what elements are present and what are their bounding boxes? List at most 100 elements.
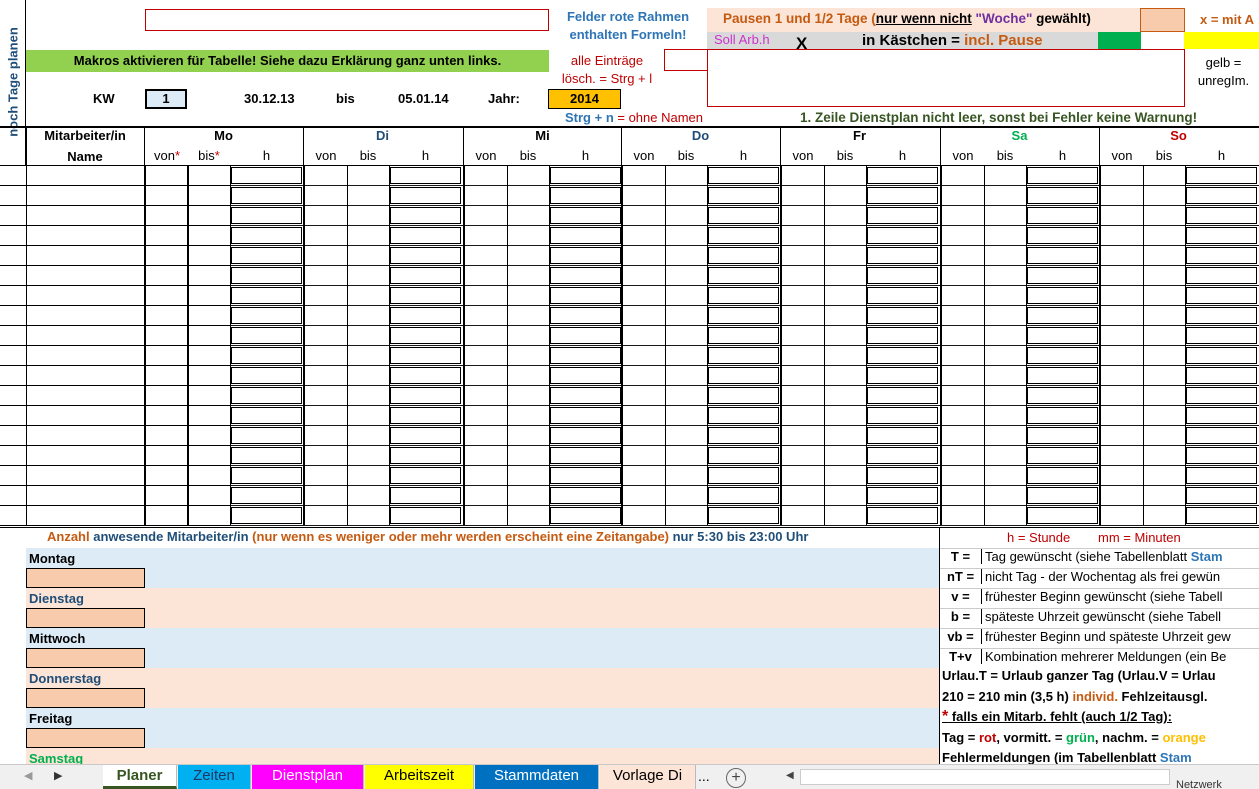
hours-cell[interactable] [1027, 247, 1098, 264]
hours-cell[interactable] [1186, 387, 1257, 404]
hours-cell[interactable] [550, 367, 621, 384]
hours-cell[interactable] [708, 227, 779, 244]
hours-cell[interactable] [1027, 407, 1098, 424]
hours-cell[interactable] [231, 407, 302, 424]
hours-cell[interactable] [1027, 187, 1098, 204]
hours-cell[interactable] [708, 327, 779, 344]
hours-cell[interactable] [550, 467, 621, 484]
hours-cell[interactable] [550, 307, 621, 324]
kw-input[interactable]: 1 [145, 89, 187, 109]
hours-cell[interactable] [867, 407, 938, 424]
hours-cell[interactable] [550, 287, 621, 304]
hours-cell[interactable] [1027, 447, 1098, 464]
sheet-tab[interactable]: Arbeitszeit [365, 765, 474, 789]
hours-cell[interactable] [708, 367, 779, 384]
weekday-count-cell[interactable] [26, 728, 145, 748]
hours-cell[interactable] [231, 167, 302, 184]
hours-cell[interactable] [1186, 347, 1257, 364]
hours-cell[interactable] [867, 227, 938, 244]
hours-cell[interactable] [1186, 167, 1257, 184]
hours-cell[interactable] [867, 167, 938, 184]
hours-cell[interactable] [390, 267, 461, 284]
hours-cell[interactable] [390, 347, 461, 364]
hours-cell[interactable] [867, 267, 938, 284]
horizontal-scrollbar[interactable] [800, 769, 1170, 785]
hours-cell[interactable] [1027, 307, 1098, 324]
hours-cell[interactable] [1186, 187, 1257, 204]
hours-cell[interactable] [708, 307, 779, 324]
hours-cell[interactable] [550, 167, 621, 184]
hours-cell[interactable] [1027, 167, 1098, 184]
hours-cell[interactable] [390, 167, 461, 184]
hours-cell[interactable] [390, 467, 461, 484]
hours-cell[interactable] [867, 387, 938, 404]
hours-cell[interactable] [708, 287, 779, 304]
hours-cell[interactable] [1186, 247, 1257, 264]
hours-cell[interactable] [231, 307, 302, 324]
hours-cell[interactable] [390, 187, 461, 204]
sheet-tab[interactable]: Dienstplan [252, 765, 364, 789]
hours-cell[interactable] [231, 447, 302, 464]
hours-cell[interactable] [867, 447, 938, 464]
hours-cell[interactable] [1186, 287, 1257, 304]
hours-cell[interactable] [1186, 447, 1257, 464]
hours-cell[interactable] [550, 267, 621, 284]
hours-cell[interactable] [550, 227, 621, 244]
hours-cell[interactable] [1027, 487, 1098, 504]
hours-cell[interactable] [1027, 367, 1098, 384]
hours-cell[interactable] [708, 407, 779, 424]
hours-cell[interactable] [1027, 207, 1098, 224]
hours-cell[interactable] [1186, 427, 1257, 444]
hours-cell[interactable] [867, 247, 938, 264]
hours-cell[interactable] [231, 187, 302, 204]
hours-cell[interactable] [390, 307, 461, 324]
hours-cell[interactable] [231, 367, 302, 384]
tab-more[interactable]: ... [698, 768, 710, 784]
hours-cell[interactable] [867, 467, 938, 484]
hours-cell[interactable] [1027, 387, 1098, 404]
hours-cell[interactable] [550, 347, 621, 364]
hours-cell[interactable] [1186, 307, 1257, 324]
hours-cell[interactable] [1186, 207, 1257, 224]
hours-cell[interactable] [1186, 407, 1257, 424]
hours-cell[interactable] [867, 507, 938, 524]
hours-cell[interactable] [231, 427, 302, 444]
hours-cell[interactable] [1186, 327, 1257, 344]
hours-cell[interactable] [1027, 347, 1098, 364]
hours-cell[interactable] [1027, 427, 1098, 444]
hours-cell[interactable] [1027, 507, 1098, 524]
hours-cell[interactable] [550, 407, 621, 424]
hours-cell[interactable] [231, 487, 302, 504]
hours-cell[interactable] [550, 387, 621, 404]
hours-cell[interactable] [708, 347, 779, 364]
hours-cell[interactable] [390, 427, 461, 444]
weekday-count-cell[interactable] [26, 648, 145, 668]
loesch-input-box[interactable] [664, 49, 708, 71]
hours-cell[interactable] [550, 187, 621, 204]
hours-cell[interactable] [867, 367, 938, 384]
add-sheet-icon[interactable]: + [726, 768, 746, 788]
hours-cell[interactable] [231, 287, 302, 304]
weekday-count-cell[interactable] [26, 568, 145, 588]
hours-cell[interactable] [550, 207, 621, 224]
tab-scroll-right-icon[interactable]: ▶ [54, 769, 62, 782]
hours-cell[interactable] [390, 227, 461, 244]
hours-cell[interactable] [1027, 467, 1098, 484]
hours-cell[interactable] [390, 447, 461, 464]
hours-cell[interactable] [550, 487, 621, 504]
hours-cell[interactable] [231, 267, 302, 284]
hours-cell[interactable] [1186, 487, 1257, 504]
hours-cell[interactable] [550, 327, 621, 344]
hours-cell[interactable] [867, 187, 938, 204]
hours-cell[interactable] [1186, 267, 1257, 284]
hours-cell[interactable] [550, 427, 621, 444]
hours-cell[interactable] [231, 507, 302, 524]
hours-cell[interactable] [390, 327, 461, 344]
hours-cell[interactable] [390, 367, 461, 384]
hours-cell[interactable] [867, 487, 938, 504]
hours-cell[interactable] [708, 427, 779, 444]
hours-cell[interactable] [867, 347, 938, 364]
hours-cell[interactable] [1186, 507, 1257, 524]
hours-cell[interactable] [708, 447, 779, 464]
hours-cell[interactable] [1186, 227, 1257, 244]
